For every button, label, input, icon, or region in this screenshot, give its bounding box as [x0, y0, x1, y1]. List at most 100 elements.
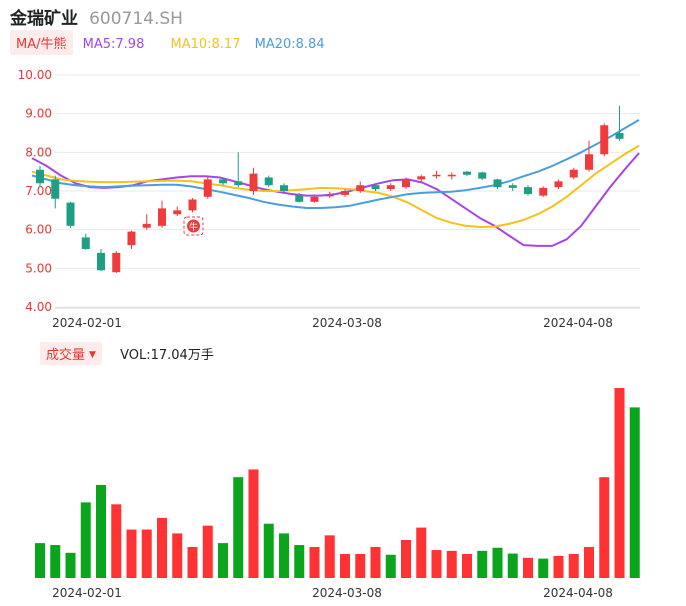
- volume-bar: [309, 546, 320, 578]
- volume-x-tick-label: 2024-03-08: [312, 586, 382, 600]
- volume-bar: [294, 545, 305, 578]
- candle-body: [371, 185, 380, 190]
- y-tick-label: 5.00: [25, 261, 52, 275]
- volume-bar: [279, 533, 289, 578]
- bull-badge-label: 牛: [189, 221, 198, 233]
- candle-body: [97, 252, 105, 271]
- volume-bar: [370, 546, 381, 578]
- price-date-axis: 2024-02-01 2024-03-08 2024-04-08: [52, 316, 613, 330]
- candle-body: [66, 202, 75, 226]
- candle-body: [142, 223, 151, 228]
- candlestick-series: [36, 105, 624, 273]
- candle-body: [264, 177, 273, 186]
- volume-bar: [599, 477, 610, 578]
- volume-bar: [431, 550, 442, 578]
- y-tick-label: 6.00: [25, 223, 52, 237]
- volume-bar: [553, 555, 564, 578]
- chart-canvas: 4.00 5.00 6.00 7.00 8.00 9.00 10.00 2024-02-01…: [18, 68, 640, 600]
- candle-body: [478, 172, 487, 179]
- candle-body: [158, 208, 166, 226]
- y-tick-label: 8.00: [25, 145, 52, 159]
- candle-body: [127, 231, 136, 246]
- candle-body: [203, 179, 212, 197]
- x-tick-label: 2024-02-01: [52, 316, 122, 330]
- price-axis: 4.00 5.00 6.00 7.00 8.00 9.00 10.00: [18, 68, 52, 314]
- y-tick-label: 4.00: [25, 300, 52, 314]
- volume-bar: [35, 543, 45, 578]
- volume-bar: [218, 543, 228, 578]
- volume-bar: [584, 546, 594, 578]
- volume-bar: [568, 553, 579, 578]
- volume-bar: [80, 502, 91, 578]
- volume-bar: [248, 469, 259, 578]
- volume-bar: [126, 529, 137, 578]
- candle-body: [569, 169, 578, 178]
- candle-body: [600, 125, 609, 155]
- candle-body: [539, 187, 548, 196]
- y-tick-label: 9.00: [25, 107, 52, 121]
- volume-bar: [50, 545, 61, 578]
- candle-body: [51, 179, 60, 199]
- volume-bar: [263, 523, 274, 578]
- candle-body: [447, 174, 456, 177]
- volume-bar: [507, 553, 518, 578]
- volume-x-tick-label: 2024-04-08: [543, 586, 613, 600]
- volume-bar: [324, 535, 335, 578]
- volume-bar: [538, 558, 549, 578]
- volume-bar: [416, 527, 427, 578]
- candle-body: [386, 185, 395, 190]
- candle-body: [219, 179, 227, 184]
- volume-bar: [629, 407, 640, 578]
- candle-body: [173, 210, 182, 215]
- volume-bar: [233, 477, 244, 578]
- volume-bar: [340, 553, 350, 578]
- volume-bars: [35, 388, 640, 578]
- candle-body: [402, 179, 410, 188]
- volume-bar: [141, 529, 152, 578]
- candle-body: [295, 194, 304, 202]
- volume-bar: [401, 540, 411, 578]
- candle-body: [280, 185, 288, 191]
- x-tick-label: 2024-04-08: [543, 316, 613, 330]
- candle-body: [554, 181, 563, 188]
- volume-bar: [96, 484, 106, 578]
- candle-body: [81, 237, 90, 249]
- candle-body: [615, 133, 624, 139]
- volume-bar: [157, 517, 167, 578]
- candle-body: [325, 194, 334, 197]
- candle-body: [341, 191, 349, 195]
- candle-body: [585, 154, 593, 170]
- candle-body: [417, 176, 426, 180]
- candle-body: [249, 173, 258, 191]
- volume-bar: [202, 525, 213, 578]
- x-tick-label: 2024-03-08: [312, 316, 382, 330]
- candle-body: [493, 179, 502, 188]
- volume-x-tick-label: 2024-02-01: [52, 586, 122, 600]
- candle-body: [432, 174, 441, 177]
- volume-bar: [187, 546, 198, 578]
- volume-bar: [614, 388, 625, 578]
- volume-bar: [385, 554, 396, 578]
- candle-body: [36, 169, 44, 184]
- candle-body: [508, 185, 517, 188]
- moving-average-lines: [31, 119, 640, 247]
- volume-bar: [477, 550, 488, 578]
- volume-bar: [492, 547, 503, 578]
- candle-body: [524, 187, 532, 195]
- volume-bar: [355, 553, 366, 578]
- volume-bar: [462, 553, 472, 578]
- candle-body: [463, 171, 471, 175]
- volume-bar: [172, 533, 183, 578]
- volume-bar: [65, 552, 76, 578]
- candle-body: [310, 196, 319, 202]
- candle-body: [234, 181, 243, 186]
- candle-body: [188, 199, 197, 211]
- candle-body: [356, 185, 365, 191]
- bull-signal-badge[interactable]: 牛: [183, 216, 204, 236]
- candle-body: [112, 252, 121, 273]
- y-tick-label: 7.00: [25, 184, 52, 198]
- volume-date-axis: 2024-02-01 2024-03-08 2024-04-08: [52, 586, 613, 600]
- volume-bar: [446, 550, 457, 578]
- volume-bar: [111, 504, 122, 578]
- y-tick-label: 10.00: [18, 68, 52, 82]
